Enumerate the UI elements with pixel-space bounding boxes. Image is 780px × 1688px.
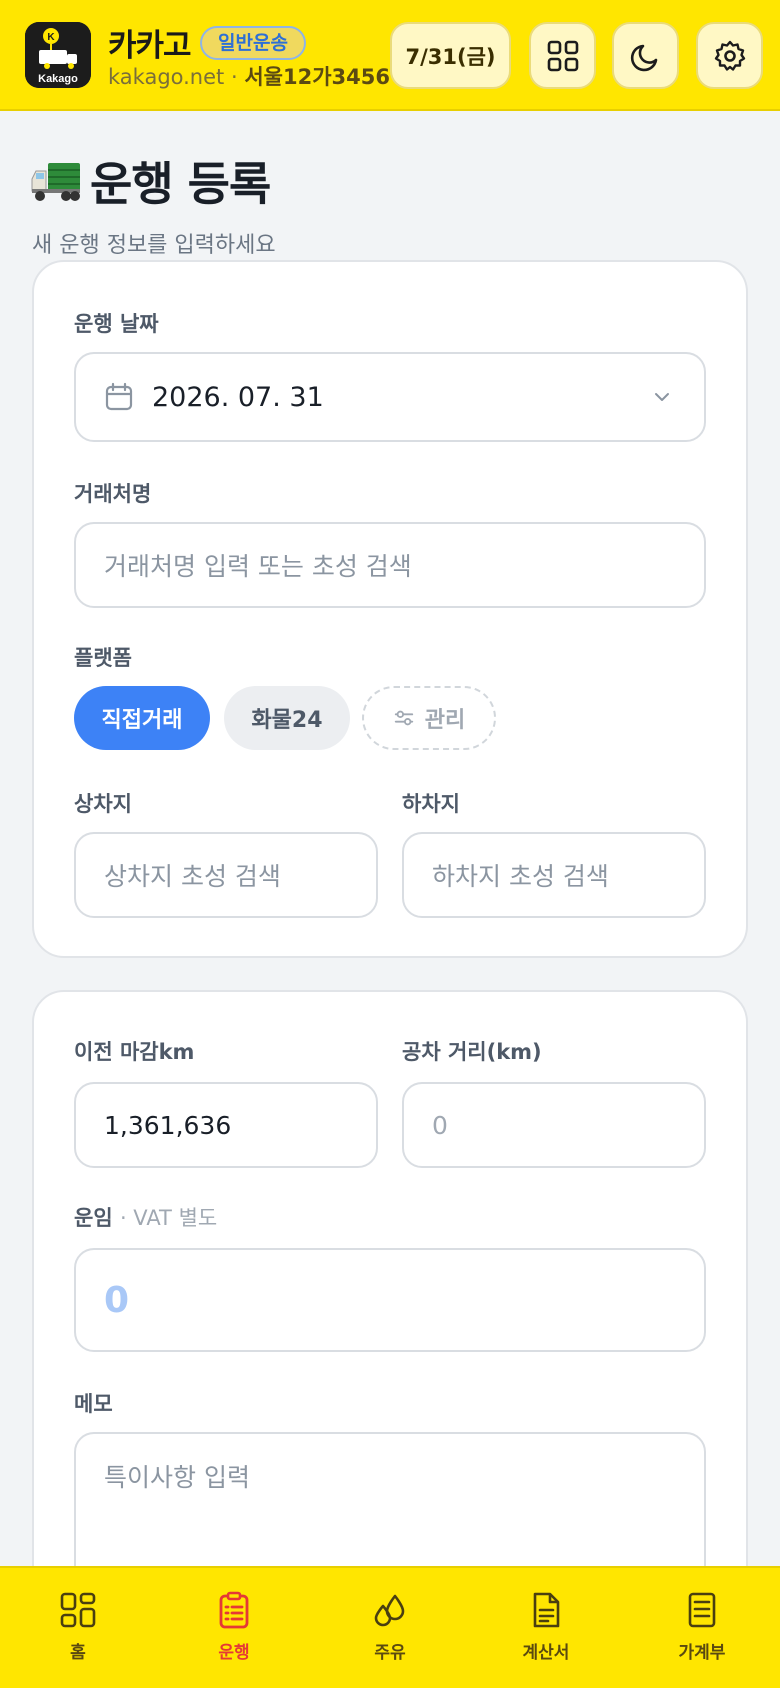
nav-label-home: 홈 — [70, 1643, 86, 1663]
page-subtitle: 새 운행 정보를 입력하세요 — [32, 233, 276, 258]
nav-label-ledger: 가계부 — [678, 1643, 726, 1663]
fare-label-text: 운임 — [74, 1206, 113, 1230]
date-value: 2026. 07. 31 — [152, 381, 324, 413]
prev-km-label: 이전 마감km — [74, 1040, 195, 1064]
fare-vat-note: · VAT 별도 — [119, 1206, 218, 1230]
client-label: 거래처명 — [74, 482, 152, 506]
app-header: K Kakago 카카고 일반운송 kakago.net · 서울12가3456… — [0, 0, 780, 111]
empty-km-label: 공차 거리(km) — [402, 1040, 542, 1064]
truck-icon — [31, 163, 80, 201]
client-input[interactable]: 거래처명 입력 또는 초성 검색 — [74, 522, 706, 608]
date-label: 운행 날짜 — [74, 312, 159, 336]
nav-label-invoice: 계산서 — [522, 1643, 570, 1663]
brand-subline: kakago.net · 서울12가3456 — [108, 61, 390, 91]
separator-dot: · — [230, 65, 238, 89]
fare-input[interactable]: 0 — [74, 1248, 706, 1352]
site-domain: kakago.net — [108, 65, 225, 89]
moon-icon — [630, 44, 657, 71]
calendar-icon — [105, 382, 133, 411]
platform-chip-direct[interactable]: 직접거래 — [74, 686, 210, 750]
document-icon — [533, 1592, 560, 1628]
home-grid-icon — [60, 1592, 96, 1628]
brand-name: 카카고 — [108, 28, 192, 64]
nav-item-fuel[interactable]: 주유 — [312, 1568, 468, 1688]
clipboard-icon — [219, 1591, 249, 1629]
dropoff-placeholder: 하차지 초성 검색 — [432, 862, 609, 891]
grid-icon — [547, 40, 578, 71]
empty-km-input[interactable]: 0 — [402, 1082, 706, 1168]
page-title-text: 운행 등록 — [90, 157, 271, 211]
dark-mode-button[interactable] — [612, 22, 679, 89]
bottom-nav: 홈 운행 주유 계산서 가계부 — [0, 1566, 780, 1688]
vehicle-plate: 서울12가3456 — [244, 65, 390, 89]
nav-item-home[interactable]: 홈 — [0, 1568, 156, 1688]
fare-label: 운임 · VAT 별도 — [74, 1202, 217, 1232]
platform-label: 플랫폼 — [74, 646, 132, 670]
prev-km-input[interactable]: 1,361,636 — [74, 1082, 378, 1168]
chevron-down-icon — [655, 393, 669, 401]
page-title: 운행 등록 — [30, 148, 271, 214]
platform-chip-hwamul24[interactable]: 화물24 — [224, 686, 350, 750]
settings-button[interactable] — [696, 22, 763, 89]
manage-label: 관리 — [424, 708, 466, 733]
dropoff-label: 하차지 — [402, 792, 460, 816]
dropoff-input[interactable]: 하차지 초성 검색 — [402, 832, 706, 918]
trip-info-card: 운행 날짜 2026. 07. 31 거래처명 거래처명 입력 또는 초성 검색… — [32, 260, 748, 958]
client-placeholder: 거래처명 입력 또는 초성 검색 — [104, 552, 412, 581]
svg-text:Kakago: Kakago — [38, 73, 78, 85]
prev-km-value: 1,361,636 — [104, 1110, 232, 1140]
nav-label-trips: 운행 — [218, 1643, 250, 1663]
gear-icon — [714, 40, 745, 71]
nav-item-ledger[interactable]: 가계부 — [624, 1568, 780, 1688]
empty-km-placeholder: 0 — [432, 1110, 448, 1140]
transport-type-badge: 일반운송 — [200, 26, 306, 60]
kakago-logo[interactable]: K Kakago — [25, 22, 91, 88]
pickup-placeholder: 상차지 초성 검색 — [104, 862, 281, 891]
fare-placeholder: 0 — [104, 1279, 130, 1321]
memo-placeholder: 특이사항 입력 — [104, 1463, 250, 1492]
svg-text:K: K — [47, 32, 55, 43]
memo-label: 메모 — [74, 1392, 113, 1416]
sliders-icon — [394, 710, 413, 726]
pickup-label: 상차지 — [74, 792, 132, 816]
pickup-input[interactable]: 상차지 초성 검색 — [74, 832, 378, 918]
fuel-drop-icon — [374, 1594, 405, 1627]
nav-item-trips[interactable]: 운행 — [156, 1568, 312, 1688]
nav-label-fuel: 주유 — [374, 1643, 406, 1663]
platform-manage-button[interactable]: 관리 — [362, 686, 496, 750]
date-button[interactable]: 7/31(금) — [390, 22, 511, 89]
date-picker[interactable]: 2026. 07. 31 — [74, 352, 706, 442]
apps-button[interactable] — [529, 22, 596, 89]
nav-item-invoice[interactable]: 계산서 — [468, 1568, 624, 1688]
ledger-icon — [688, 1592, 716, 1628]
